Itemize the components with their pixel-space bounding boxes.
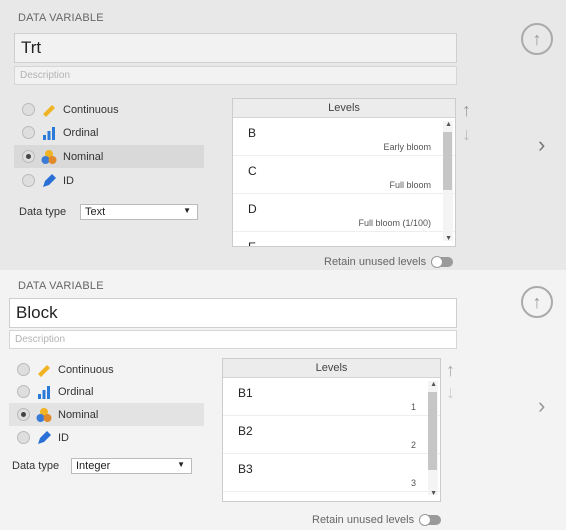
level-value: B3	[238, 462, 253, 476]
list-item[interactable]: B1 1	[223, 378, 440, 416]
levels-list[interactable]: Levels B1 1 B2 2 B3 3 B4 ▲ ▼	[222, 358, 441, 502]
retain-unused-levels[interactable]: Retain unused levels	[312, 514, 442, 526]
level-label[interactable]: Full bloom (1/100)	[358, 218, 431, 228]
data-variable-panel-2: DATA VARIABLE Block Description Continuo…	[0, 270, 566, 530]
levels-header: Levels	[233, 99, 455, 118]
level-value: B1	[238, 386, 253, 400]
ruler-icon	[38, 364, 50, 377]
list-item[interactable]: E	[233, 232, 455, 247]
move-up-arrow-icon[interactable]: ↑	[446, 360, 455, 381]
measure-type-ordinal[interactable]: Ordinal	[9, 380, 204, 403]
radio-button[interactable]	[22, 174, 35, 187]
levels-header: Levels	[223, 359, 440, 378]
data-type-select[interactable]: Integer ▼	[71, 458, 192, 474]
list-item[interactable]: D Full bloom (1/100)	[233, 194, 455, 232]
measure-type-id[interactable]: ID	[9, 426, 204, 449]
ruler-icon	[43, 104, 55, 117]
list-item[interactable]: B3 3	[223, 454, 440, 492]
id-tag-icon	[43, 173, 56, 187]
bar-chart-icon	[43, 126, 55, 140]
retain-unused-levels-label: Retain unused levels	[312, 514, 415, 526]
list-item[interactable]: C Full bloom	[233, 156, 455, 194]
level-label[interactable]: 1	[411, 402, 416, 412]
measure-type-label: Ordinal	[63, 126, 99, 139]
id-tag-icon	[38, 430, 51, 444]
circles-icon	[41, 149, 57, 164]
scroll-up-icon[interactable]: ▲	[445, 121, 452, 128]
list-item[interactable]: B2 2	[223, 416, 440, 454]
scrollbar-thumb[interactable]	[443, 132, 452, 190]
measure-type-label: ID	[58, 431, 69, 444]
chevron-down-icon: ▼	[183, 206, 191, 215]
measure-type-id[interactable]: ID	[14, 169, 204, 192]
variable-name-input[interactable]: Block	[9, 298, 457, 328]
measure-type-label: Nominal	[58, 408, 99, 421]
scroll-down-icon[interactable]: ▼	[445, 235, 452, 242]
chevron-down-icon: ▼	[177, 460, 185, 469]
data-type-select[interactable]: Text ▼	[80, 204, 198, 220]
description-input[interactable]: Description	[14, 66, 457, 85]
scroll-up-icon[interactable]: ▲	[430, 381, 437, 388]
measure-type-label: Ordinal	[58, 385, 94, 398]
circles-icon	[36, 407, 52, 422]
measure-type-label: Nominal	[63, 150, 104, 163]
measure-type-nominal[interactable]: Nominal	[9, 403, 204, 426]
level-value: C	[248, 164, 257, 178]
panel-header: DATA VARIABLE	[18, 12, 104, 24]
radio-button[interactable]	[22, 126, 35, 139]
levels-list[interactable]: Levels B Early bloom C Full bloom D Full…	[232, 98, 456, 247]
measure-type-label: ID	[63, 174, 74, 187]
data-type-value: Integer	[76, 460, 111, 472]
chevron-right-icon[interactable]: ›	[538, 132, 545, 158]
level-value: B4	[238, 500, 253, 501]
level-value: B2	[238, 424, 253, 438]
scroll-down-icon[interactable]: ▼	[430, 490, 437, 497]
retain-toggle[interactable]	[419, 514, 442, 526]
level-label[interactable]: 2	[411, 440, 416, 450]
variable-name-input[interactable]: Trt	[14, 33, 457, 63]
level-label[interactable]: Full bloom	[389, 180, 431, 190]
list-item[interactable]: B Early bloom	[233, 118, 455, 156]
move-down-arrow-icon[interactable]: ↓	[446, 382, 455, 403]
move-down-arrow-icon[interactable]: ↓	[462, 124, 471, 145]
list-item[interactable]: B4	[223, 492, 440, 501]
measure-type-nominal[interactable]: Nominal	[14, 145, 204, 168]
data-type-label: Data type	[19, 206, 67, 218]
retain-unused-levels[interactable]: Retain unused levels	[324, 256, 454, 268]
scrollbar-thumb[interactable]	[428, 392, 437, 470]
circle-up-arrow-icon[interactable]: ↑	[521, 23, 553, 55]
radio-button[interactable]	[22, 150, 35, 163]
measure-type-label: Continuous	[63, 103, 119, 116]
radio-button[interactable]	[17, 431, 30, 444]
bar-chart-icon	[38, 385, 50, 399]
move-up-arrow-icon[interactable]: ↑	[462, 100, 471, 121]
retain-unused-levels-label: Retain unused levels	[324, 256, 427, 268]
measure-type-continuous[interactable]: Continuous	[14, 98, 204, 121]
panel-header: DATA VARIABLE	[18, 280, 104, 292]
description-input[interactable]: Description	[9, 330, 457, 349]
measure-type-continuous[interactable]: Continuous	[9, 358, 204, 381]
radio-button[interactable]	[17, 385, 30, 398]
radio-button[interactable]	[17, 408, 30, 421]
level-value: E	[248, 240, 257, 247]
level-label[interactable]: 3	[411, 478, 416, 488]
retain-toggle[interactable]	[431, 256, 454, 268]
level-value: B	[248, 126, 257, 140]
level-value: D	[248, 202, 257, 216]
chevron-right-icon[interactable]: ›	[538, 393, 545, 419]
measure-type-ordinal[interactable]: Ordinal	[14, 121, 204, 144]
data-type-value: Text	[85, 206, 106, 218]
data-type-label: Data type	[12, 460, 60, 472]
measure-type-label: Continuous	[58, 363, 114, 376]
radio-button[interactable]	[22, 103, 35, 116]
data-variable-panel-1: DATA VARIABLE Trt Description Continuous…	[0, 0, 566, 270]
circle-up-arrow-icon[interactable]: ↑	[521, 286, 553, 318]
radio-button[interactable]	[17, 363, 30, 376]
level-label[interactable]: Early bloom	[383, 142, 431, 152]
